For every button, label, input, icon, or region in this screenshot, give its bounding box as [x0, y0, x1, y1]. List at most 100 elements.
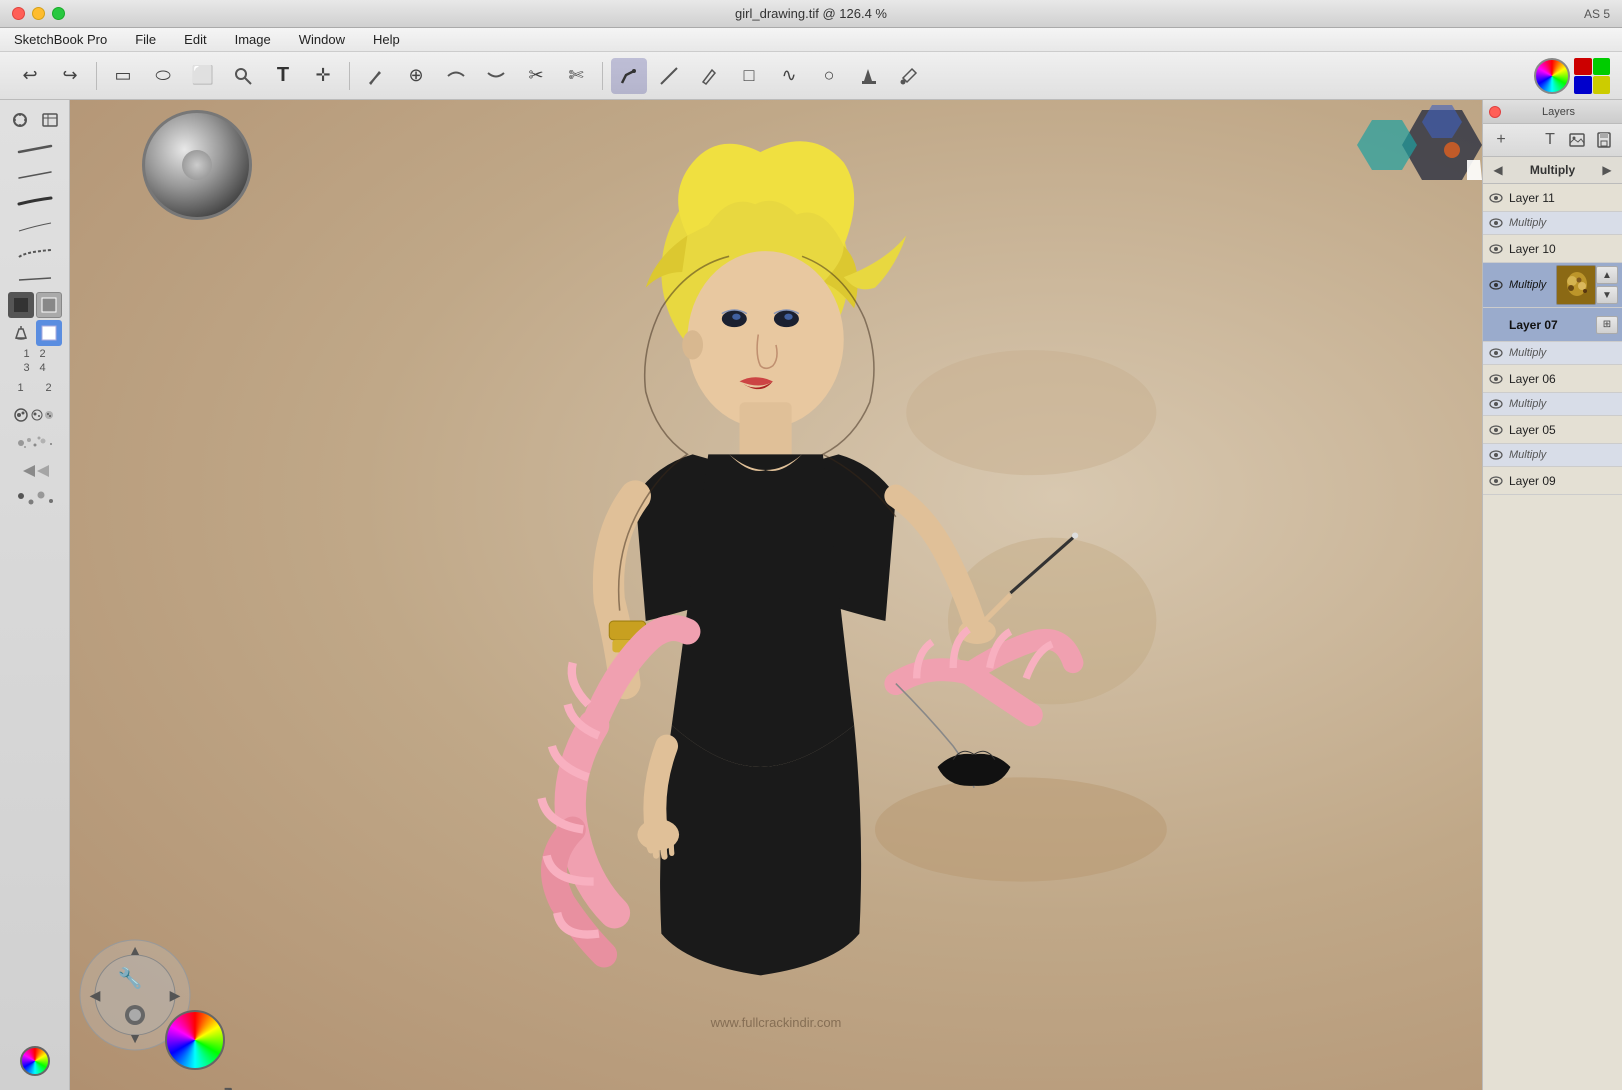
brush-marker-2[interactable] — [9, 266, 61, 290]
layer-blend-06-a[interactable]: Multiply — [1483, 342, 1622, 365]
menu-help[interactable]: Help — [367, 30, 406, 49]
fill-button[interactable] — [851, 58, 887, 94]
brush-num-4[interactable]: 4 — [36, 362, 50, 374]
move-button[interactable]: ✛ — [305, 58, 341, 94]
maximize-button[interactable] — [52, 7, 65, 20]
active-fill-tool[interactable] — [36, 320, 62, 346]
layer-item-06[interactable]: Layer 06 — [1483, 365, 1622, 393]
layer-blend-07[interactable]: Multiply ▲ ▼ — [1483, 263, 1622, 308]
brush-button[interactable] — [358, 58, 394, 94]
panel-close[interactable] — [1489, 106, 1501, 118]
canvas-area[interactable]: www.fullcrackindir.com ▲ ▶ ▼ ◀ 🔧 ↗ — [70, 100, 1482, 1090]
rectangle-select-button[interactable]: ▭ — [105, 58, 141, 94]
layer-10-blend-visibility[interactable] — [1487, 214, 1505, 232]
close-button[interactable] — [12, 7, 25, 20]
brush-ink-1[interactable] — [9, 188, 61, 212]
text-button[interactable]: T — [265, 58, 301, 94]
size-1[interactable]: 1 — [8, 376, 34, 400]
spray-tool[interactable] — [9, 430, 61, 456]
bucket-tools — [8, 320, 62, 346]
layer-06-visibility[interactable] — [1487, 370, 1505, 388]
lasso-select-button[interactable]: ⬭ — [145, 58, 181, 94]
blend-mode-next[interactable]: ▶ — [1598, 161, 1616, 179]
toolbar-sep-3 — [602, 62, 603, 90]
layer-07-down[interactable]: ▼ — [1596, 286, 1618, 304]
layer-11-visibility[interactable] — [1487, 189, 1505, 207]
tool-settings[interactable] — [6, 106, 34, 134]
layer-blend-05-a[interactable]: Multiply — [1483, 393, 1622, 416]
layer-item-09[interactable]: Layer 09 — [1483, 467, 1622, 495]
brush-pencil-2[interactable] — [9, 162, 61, 186]
brush-numbers-1: 1 2 — [16, 348, 54, 360]
minimize-button[interactable] — [32, 7, 45, 20]
scissors2-button[interactable]: ✄ — [558, 58, 594, 94]
rectangle-button[interactable]: □ — [731, 58, 767, 94]
zoom-button[interactable] — [225, 58, 261, 94]
tool-library[interactable] — [36, 106, 64, 134]
swatch-green[interactable] — [1593, 58, 1611, 76]
brush-ink-2[interactable] — [9, 214, 61, 238]
blend-mode-prev[interactable]: ◀ — [1489, 161, 1507, 179]
menu-window[interactable]: Window — [293, 30, 351, 49]
layer-07-up[interactable]: ▲ — [1596, 266, 1618, 284]
smear-button[interactable] — [438, 58, 474, 94]
layer-07-options[interactable]: ⊞ — [1596, 316, 1618, 334]
mini-color-wheel[interactable] — [20, 1046, 50, 1076]
brush-num-1[interactable]: 1 — [20, 348, 34, 360]
line-button[interactable] — [651, 58, 687, 94]
image-layer-button[interactable] — [1565, 128, 1589, 152]
layer-item-05[interactable]: Layer 05 — [1483, 416, 1622, 444]
layer-09-visibility[interactable] — [1487, 472, 1505, 490]
layer-item-11[interactable]: Layer 11 — [1483, 184, 1622, 212]
stamp-button[interactable]: ⊕ — [398, 58, 434, 94]
bucket-tool[interactable] — [8, 320, 34, 346]
smear2-button[interactable] — [478, 58, 514, 94]
brush-size-control[interactable] — [142, 110, 252, 220]
menu-image[interactable]: Image — [229, 30, 277, 49]
brush-num-2[interactable]: 2 — [36, 348, 50, 360]
wave-button[interactable]: ∿ — [771, 58, 807, 94]
layer-06-blend-vis[interactable] — [1487, 344, 1505, 362]
layer-05-blend-vis-a[interactable] — [1487, 395, 1505, 413]
scissors-button[interactable]: ✂ — [518, 58, 554, 94]
brush-indicator[interactable] — [142, 110, 252, 220]
pointer-tool[interactable]: ↗ — [215, 1080, 245, 1090]
bottom-color-wheel[interactable] — [165, 1010, 225, 1070]
size-2[interactable]: 2 — [36, 376, 62, 400]
brush-pencil-1[interactable] — [9, 136, 61, 160]
redo-button[interactable]: ↪ — [52, 58, 88, 94]
swatch-blue[interactable] — [1574, 76, 1592, 94]
fill-tool-2[interactable] — [36, 292, 62, 318]
undo-button[interactable]: ↩ — [12, 58, 48, 94]
dots-tool[interactable] — [9, 486, 61, 512]
draw-active-button[interactable] — [611, 58, 647, 94]
layer-item-10[interactable]: Layer 10 — [1483, 235, 1622, 263]
add-layer-button[interactable]: + — [1489, 128, 1513, 152]
layer-11-name: Layer 11 — [1509, 191, 1618, 205]
fill-tool-1[interactable] — [8, 292, 34, 318]
color-wheel[interactable] — [1534, 58, 1570, 94]
swatch-red[interactable] — [1574, 58, 1592, 76]
layer-05-visibility[interactable] — [1487, 421, 1505, 439]
scatter-tool[interactable] — [9, 402, 61, 428]
eyedropper-button[interactable] — [891, 58, 927, 94]
brush-marker-1[interactable] — [9, 240, 61, 264]
layer-blend-09[interactable]: Multiply — [1483, 444, 1622, 467]
text-layer-button[interactable]: T — [1538, 128, 1562, 152]
layer-item-07[interactable]: Layer 07 ⊞ — [1483, 308, 1622, 342]
layer-07-blend-visibility[interactable] — [1487, 276, 1505, 294]
pencil-button[interactable] — [691, 58, 727, 94]
layer-10-visibility[interactable] — [1487, 240, 1505, 258]
swatch-yellow[interactable] — [1593, 76, 1611, 94]
layer-09-blend-vis[interactable] — [1487, 446, 1505, 464]
save-layer-button[interactable] — [1592, 128, 1616, 152]
ellipse-button[interactable]: ○ — [811, 58, 847, 94]
transform-select-button[interactable]: ⬜ — [185, 58, 221, 94]
brush-num-3[interactable]: 3 — [20, 362, 34, 374]
color-swatches[interactable] — [1574, 58, 1610, 94]
pattern-tool[interactable] — [9, 458, 61, 484]
menu-file[interactable]: File — [129, 30, 162, 49]
menu-sketchbook[interactable]: SketchBook Pro — [8, 30, 113, 49]
menu-edit[interactable]: Edit — [178, 30, 212, 49]
layer-blend-10[interactable]: Multiply — [1483, 212, 1622, 235]
